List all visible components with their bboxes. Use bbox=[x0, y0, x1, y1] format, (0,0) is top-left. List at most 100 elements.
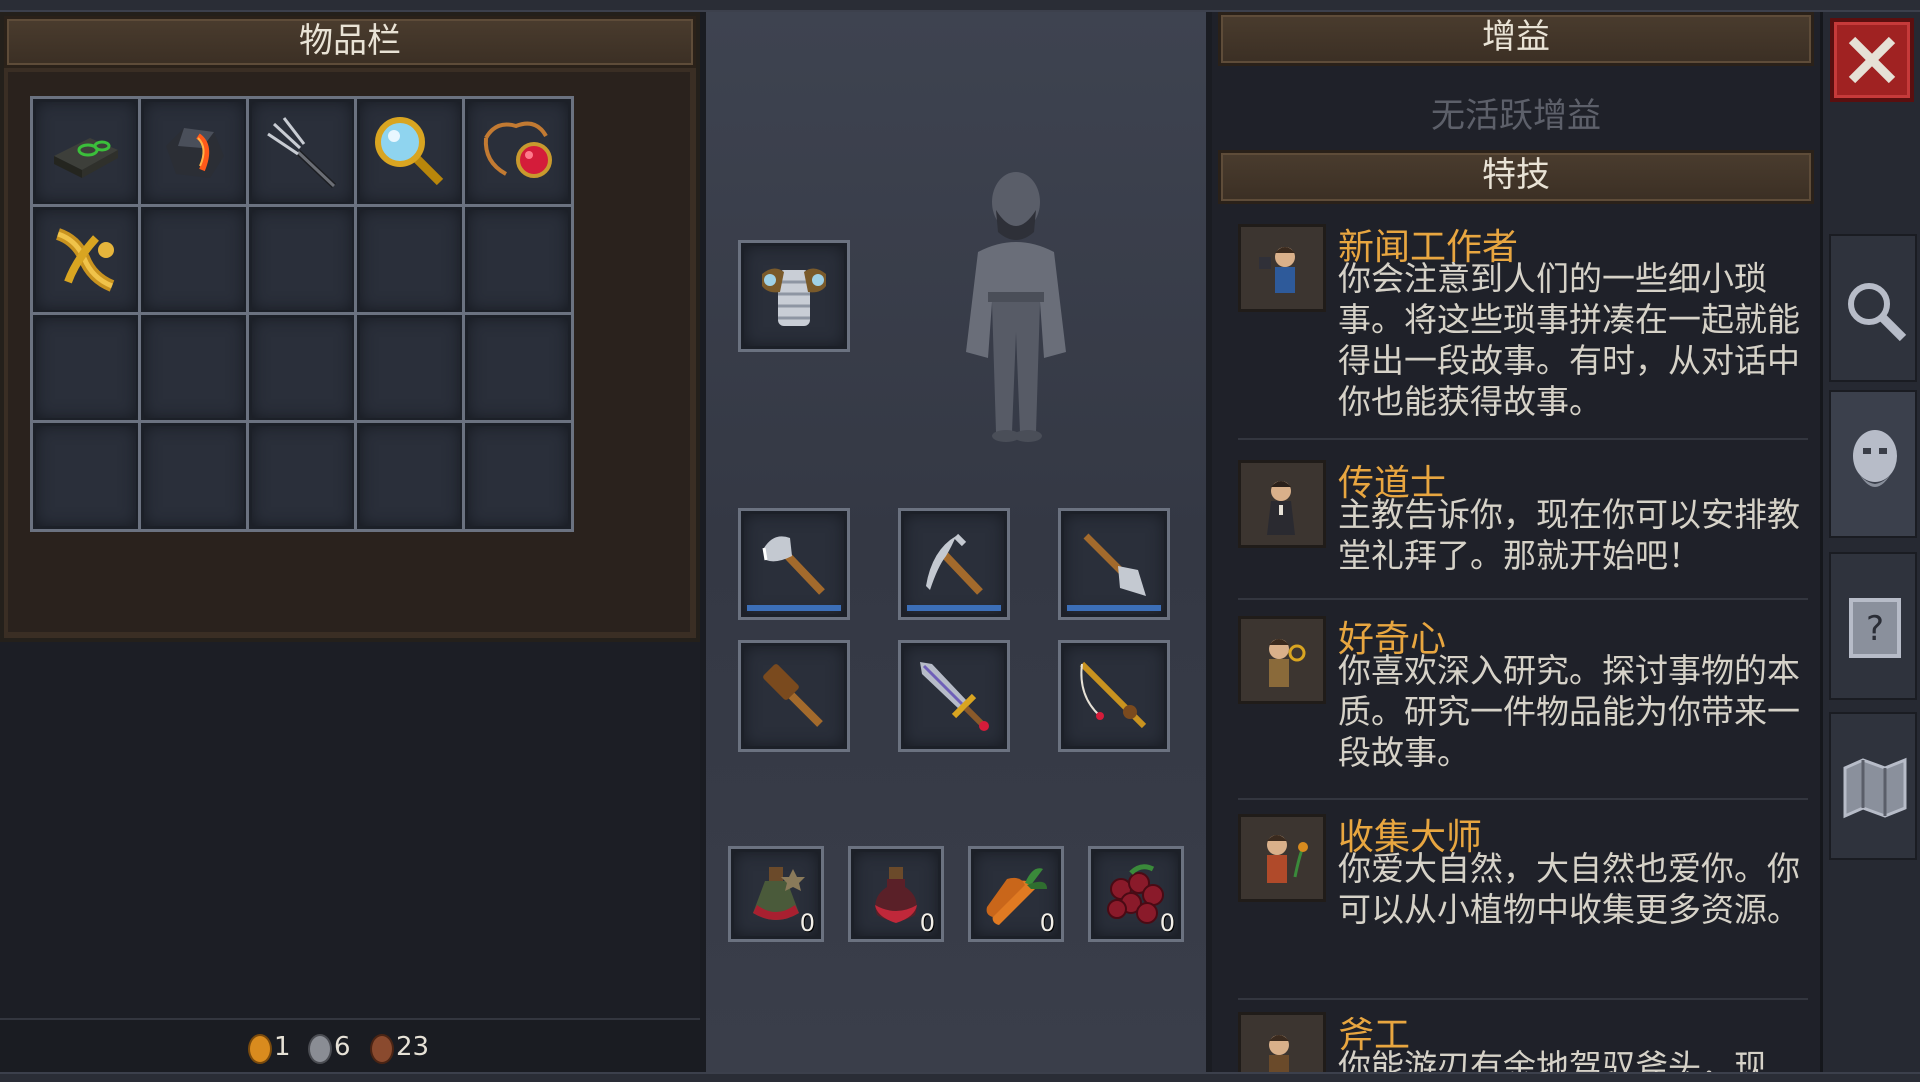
inventory-slot-pitchfork[interactable] bbox=[246, 96, 358, 208]
tool-slot-fishing-rod[interactable] bbox=[1058, 640, 1170, 752]
svg-text:?: ? bbox=[1866, 609, 1884, 649]
pitchfork-icon bbox=[267, 117, 337, 189]
search-tab-button[interactable] bbox=[1829, 234, 1917, 382]
pickaxe-icon bbox=[926, 533, 983, 595]
consumable-count: 0 bbox=[1039, 909, 1055, 937]
gold-coin-icon bbox=[248, 1034, 272, 1064]
gold-coin-count: 1 bbox=[274, 1032, 291, 1062]
inventory-slot-magnifier[interactable] bbox=[354, 96, 466, 208]
chest-armor-icon bbox=[762, 268, 826, 326]
sword-icon bbox=[920, 662, 989, 731]
ruby-amulet-icon bbox=[483, 121, 552, 178]
inventory-slot[interactable] bbox=[462, 420, 574, 532]
inventory-slot[interactable] bbox=[462, 312, 574, 424]
pickaxe-durability-bar bbox=[907, 605, 1001, 611]
no-active-buffs-text: 无活跃增益 bbox=[1431, 96, 1601, 136]
book-icon bbox=[54, 138, 118, 178]
consumable-slot-herbal-potion[interactable]: 0 bbox=[728, 846, 824, 942]
perk-description: 主教告诉你，现在你可以安排教堂礼拜了。那就开始吧！ bbox=[1338, 495, 1800, 575]
inventory-slot[interactable] bbox=[138, 204, 250, 316]
inventory-slot[interactable] bbox=[354, 312, 466, 424]
silver-coin-count: 6 bbox=[334, 1032, 351, 1062]
character-portrait-icon bbox=[1853, 430, 1897, 487]
perks-list[interactable]: 新闻工作者 你会注意到人们的一些细小琐事。将这些琐事拼凑在一起就能得出一段故事。… bbox=[1220, 218, 1812, 1072]
perk-item[interactable]: 收集大师 你爱大自然，大自然也爱你。你可以从小植物中收集更多资源。 bbox=[1220, 808, 1812, 988]
coal-ore-icon bbox=[166, 128, 224, 178]
consumable-slot-berries[interactable]: 0 bbox=[1088, 846, 1184, 942]
inventory-slot[interactable] bbox=[30, 420, 142, 532]
shovel-durability-bar bbox=[1067, 605, 1161, 611]
golden-horn-icon bbox=[55, 228, 115, 292]
inventory-slot[interactable] bbox=[462, 204, 574, 316]
perk-description: 你爱大自然，大自然也爱你。你可以从小植物中收集更多资源。 bbox=[1338, 849, 1800, 929]
inventory-slot[interactable] bbox=[246, 312, 358, 424]
side-tab-bar: ? bbox=[1820, 12, 1920, 1072]
inventory-slot[interactable] bbox=[354, 420, 466, 532]
copper-coin-count: 23 bbox=[396, 1032, 430, 1062]
close-icon bbox=[1848, 36, 1896, 84]
perk-journalist-icon bbox=[1238, 224, 1326, 312]
tool-slot-pickaxe[interactable] bbox=[898, 508, 1010, 620]
tool-slot-hammer[interactable] bbox=[738, 640, 850, 752]
inventory-slot[interactable] bbox=[30, 312, 142, 424]
perks-title: 特技 bbox=[1218, 150, 1814, 204]
perk-description: 你能游刃有余地驾驭斧头，现 bbox=[1338, 1047, 1767, 1072]
axe-icon bbox=[762, 536, 825, 595]
consumable-slot-red-potion[interactable]: 0 bbox=[848, 846, 944, 942]
top-strip bbox=[0, 0, 1920, 12]
inventory-slot[interactable] bbox=[246, 420, 358, 532]
character-silhouette bbox=[966, 172, 1066, 442]
inventory-slot[interactable] bbox=[138, 420, 250, 532]
map-icon bbox=[1843, 757, 1907, 819]
inventory-slot[interactable] bbox=[246, 204, 358, 316]
inventory-empty-area bbox=[0, 642, 700, 1072]
inventory-slot[interactable] bbox=[354, 204, 466, 316]
inventory-title: 物品栏 bbox=[4, 16, 696, 68]
map-tab-button[interactable] bbox=[1829, 712, 1917, 860]
perk-description: 你会注意到人们的一些细小琐事。将这些琐事拼凑在一起就能得出一段故事。有时，从对话… bbox=[1338, 259, 1800, 421]
tool-slot-shovel[interactable] bbox=[1058, 508, 1170, 620]
bottom-strip bbox=[0, 1072, 1920, 1082]
perk-curiosity-icon bbox=[1238, 616, 1326, 704]
currency-bar: 1 6 23 bbox=[0, 1018, 700, 1074]
inventory-slot-coal[interactable] bbox=[138, 96, 250, 208]
perk-item[interactable]: 传道士 主教告诉你，现在你可以安排教堂礼拜了。那就开始吧！ bbox=[1220, 454, 1812, 594]
perk-item[interactable]: 好奇心 你喜欢深入研究。探讨事物的本质。研究一件物品能为你带来一段故事。 bbox=[1220, 610, 1812, 790]
search-icon bbox=[1848, 283, 1907, 342]
inventory-slot[interactable] bbox=[138, 312, 250, 424]
inventory-slot-amulet[interactable] bbox=[462, 96, 574, 208]
shovel-icon bbox=[1083, 533, 1146, 596]
perk-description: 你喜欢深入研究。探讨事物的本质。研究一件物品能为你带来一段故事。 bbox=[1338, 651, 1800, 772]
axe-durability-bar bbox=[747, 605, 841, 611]
magnifying-glass-icon bbox=[375, 117, 444, 186]
quest-tab-button[interactable]: ? bbox=[1829, 552, 1917, 700]
perk-divider bbox=[1238, 438, 1808, 440]
armor-slot[interactable] bbox=[738, 240, 850, 352]
perk-axeman-icon bbox=[1238, 1012, 1326, 1072]
inventory-slot-book[interactable] bbox=[30, 96, 142, 208]
inventory-slot-horn[interactable] bbox=[30, 204, 142, 316]
perk-item[interactable]: 斧工 你能游刃有余地驾驭斧头，现 bbox=[1220, 1006, 1812, 1072]
quest-scroll-icon: ? bbox=[1849, 598, 1901, 658]
perk-divider bbox=[1238, 598, 1808, 600]
tool-slot-axe[interactable] bbox=[738, 508, 850, 620]
consumable-count: 0 bbox=[799, 909, 815, 937]
tool-slot-sword[interactable] bbox=[898, 640, 1010, 752]
consumable-slot-carrot[interactable]: 0 bbox=[968, 846, 1064, 942]
equipment-panel: 0 0 0 0 bbox=[700, 12, 1212, 1072]
perk-divider bbox=[1238, 798, 1808, 800]
perk-gathering-master-icon bbox=[1238, 814, 1326, 902]
perk-divider bbox=[1238, 998, 1808, 1000]
consumable-count: 0 bbox=[1159, 909, 1175, 937]
character-tab-button[interactable] bbox=[1829, 390, 1917, 538]
perk-item[interactable]: 新闻工作者 你会注意到人们的一些细小琐事。将这些琐事拼凑在一起就能得出一段故事。… bbox=[1220, 218, 1812, 428]
consumable-count: 0 bbox=[919, 909, 935, 937]
hammer-icon bbox=[763, 664, 823, 727]
fishing-rod-icon bbox=[1079, 661, 1147, 729]
close-button[interactable] bbox=[1830, 18, 1914, 102]
copper-coin-icon bbox=[370, 1034, 394, 1064]
buffs-title: 增益 bbox=[1218, 12, 1814, 66]
perk-preacher-icon bbox=[1238, 460, 1326, 548]
inventory-grid bbox=[8, 72, 690, 632]
silver-coin-icon bbox=[308, 1034, 332, 1064]
